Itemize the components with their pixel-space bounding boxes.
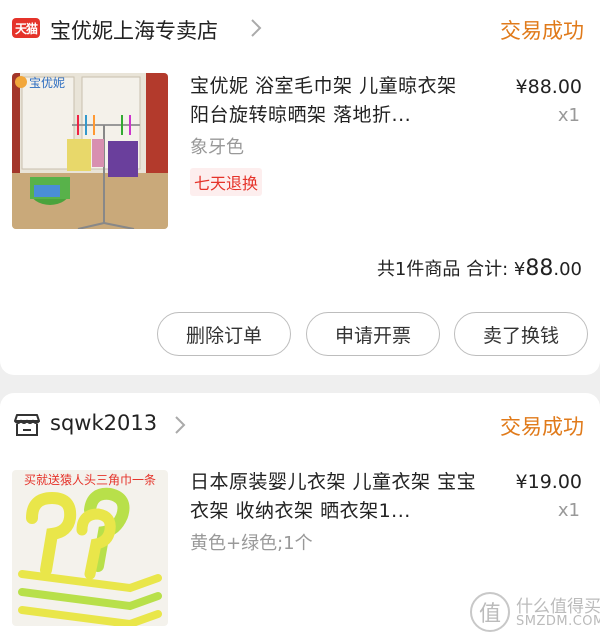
watermark-logo-icon: 值	[470, 592, 510, 632]
total-currency: ¥	[513, 259, 526, 280]
thumb-logo: 宝优妮	[29, 76, 65, 90]
product-thumbnail[interactable]: 宝优妮	[12, 73, 168, 229]
request-invoice-button[interactable]: 申请开票	[306, 312, 440, 356]
order-card-1: 天猫 宝优妮上海专卖店 交易成功 宝优妮 宝优妮 浴室毛巾架 儿童晾衣架 阳台旋…	[0, 0, 600, 375]
product-price: ¥88.00	[515, 76, 582, 98]
product-title[interactable]: 宝优妮 浴室毛巾架 儿童晾衣架 阳台旋转晾晒架 落地折...	[190, 72, 480, 130]
total-decimal: .00	[553, 259, 582, 280]
total-integer: 88	[525, 256, 554, 281]
product-quantity: x1	[557, 500, 580, 521]
order-status: 交易成功	[500, 19, 584, 43]
store-name[interactable]: 宝优妮上海专卖店	[50, 15, 218, 45]
tmall-badge: 天猫	[12, 18, 40, 38]
store-icon	[14, 414, 40, 436]
product-sku: 黄色+绿色;1个	[190, 533, 313, 554]
product-quantity: x1	[557, 105, 580, 126]
watermark-en: SMZDM.COM	[516, 614, 600, 629]
product-title[interactable]: 日本原装婴儿衣架 儿童衣架 宝宝衣架 收纳衣架 晒衣架1...	[190, 468, 480, 526]
delete-order-button[interactable]: 删除订单	[157, 312, 291, 356]
chevron-right-icon[interactable]	[248, 16, 264, 40]
product-sku: 象牙色	[190, 137, 244, 158]
store-name[interactable]: sqwk2013	[50, 411, 157, 435]
store-header[interactable]: sqwk2013 交易成功	[0, 393, 600, 449]
product-thumbnail[interactable]: 买就送猿人头三角巾一条	[12, 470, 168, 626]
order-status: 交易成功	[500, 415, 584, 439]
return-policy-tag: 七天退换	[190, 168, 263, 196]
thumb-banner: 买就送猿人头三角巾一条	[24, 472, 156, 487]
total-label: 共1件商品 合计:	[376, 259, 514, 280]
store-header[interactable]: 天猫 宝优妮上海专卖店 交易成功	[0, 0, 600, 56]
chevron-right-icon[interactable]	[172, 413, 188, 437]
smzdm-watermark: 值 什么值得买 SMZDM.COM	[470, 590, 600, 636]
order-total: 共1件商品 合计: ¥88.00	[377, 255, 582, 281]
product-price: ¥19.00	[515, 471, 582, 493]
resell-button[interactable]: 卖了换钱	[454, 312, 588, 356]
